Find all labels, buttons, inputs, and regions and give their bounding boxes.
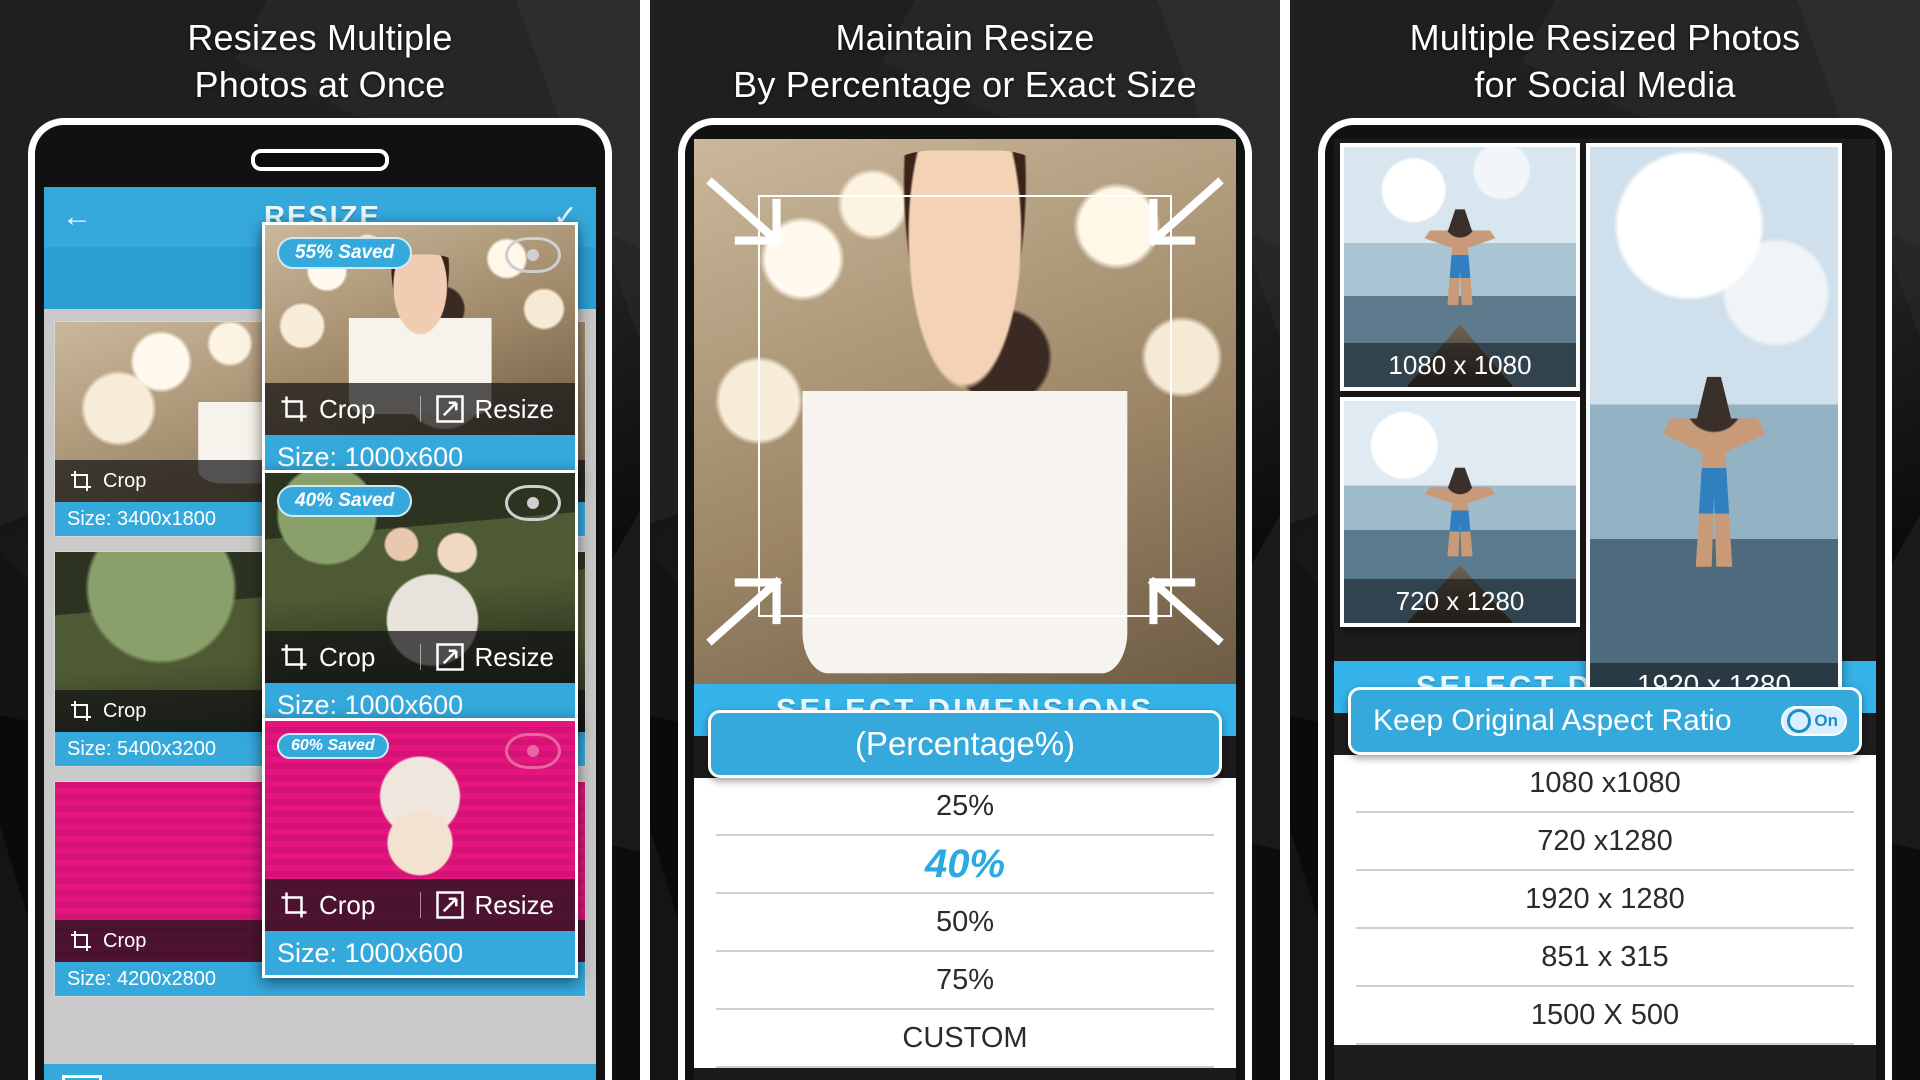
preview-eye-icon[interactable] xyxy=(505,733,561,769)
tile-label: 1080 x 1080 xyxy=(1344,343,1576,387)
option-1500x500[interactable]: 1500 X 500 xyxy=(1356,987,1854,1045)
batches-resize-button[interactable]: BATCHES RESIZE xyxy=(44,1064,596,1080)
mode-selector-pill[interactable]: (Percentage%) xyxy=(708,710,1222,778)
option-25[interactable]: 25% xyxy=(716,778,1214,836)
headline-line-2: By Percentage or Exact Size xyxy=(733,64,1197,105)
resize-button[interactable]: Resize xyxy=(421,890,576,921)
option-50[interactable]: 50% xyxy=(716,894,1214,952)
crop-icon xyxy=(71,701,91,721)
headline-line-2: Photos at Once xyxy=(194,64,446,105)
zoom-card-1[interactable]: 55% Saved Crop Resize Size: 1000x600 xyxy=(262,222,578,482)
resize-label: Resize xyxy=(474,641,554,672)
crop-icon xyxy=(71,471,91,491)
photo-actions: Crop Resize xyxy=(265,383,575,435)
arrow-left-icon[interactable]: ← xyxy=(62,202,92,232)
option-851x315[interactable]: 851 x 315 xyxy=(1356,929,1854,987)
crop-preview[interactable] xyxy=(694,139,1236,684)
photo-subject xyxy=(1662,376,1766,567)
crop-icon xyxy=(281,396,307,422)
resize-button[interactable]: Resize xyxy=(421,394,576,425)
tile-1080x1080[interactable]: 1080 x 1080 xyxy=(1340,143,1580,391)
crop-label: Crop xyxy=(103,469,147,492)
photo-actions: Crop Resize xyxy=(265,631,575,683)
resized-photo-grid: 1080 x 1080 1920 x 1280 720 x 1280 xyxy=(1334,139,1876,711)
saved-badge: 60% Saved xyxy=(277,733,389,759)
phone-screen-3: 1080 x 1080 1920 x 1280 720 x 1280 SELEC… xyxy=(1334,139,1876,1080)
crop-button[interactable]: Crop xyxy=(265,890,420,921)
resize-label: Resize xyxy=(474,889,554,920)
percentage-option-list[interactable]: 25% 40% 50% 75% CUSTOM xyxy=(694,778,1236,1068)
crop-arrows xyxy=(706,177,1224,646)
aspect-ratio-toggle[interactable]: On xyxy=(1781,706,1847,736)
crop-label: Crop xyxy=(103,699,147,722)
panel-1-headline: Resizes Multiple Photos at Once xyxy=(0,14,640,108)
resize-button[interactable]: Resize xyxy=(421,642,576,673)
phone-speaker-1 xyxy=(251,149,389,171)
photo-actions: Crop Resize xyxy=(265,879,575,931)
preview-eye-icon[interactable] xyxy=(505,485,561,521)
crop-label: Crop xyxy=(319,393,376,424)
option-720x1280[interactable]: 720 x1280 xyxy=(1356,813,1854,871)
panel-3-headline: Multiple Resized Photos for Social Media xyxy=(1290,14,1920,108)
promo-screenshot-stage: Resizes Multiple Photos at Once ← RESIZE… xyxy=(0,0,1920,1080)
crop-button[interactable]: Crop xyxy=(265,394,420,425)
panel-batch-resize: Resizes Multiple Photos at Once ← RESIZE… xyxy=(0,0,640,1080)
panel-social-sizes: Multiple Resized Photos for Social Media… xyxy=(1280,0,1920,1080)
photo-subject xyxy=(1424,467,1496,557)
zoom-card-2[interactable]: 40% Saved Crop Resize Size: 1000x600 xyxy=(262,470,578,730)
crop-label: Crop xyxy=(319,889,376,920)
tile-label: 720 x 1280 xyxy=(1344,579,1576,623)
resize-label: Resize xyxy=(474,393,554,424)
size-label-zoom: Size: 1000x600 xyxy=(265,931,575,975)
toggle-knob-icon xyxy=(1787,709,1811,733)
resize-icon xyxy=(435,643,464,671)
keep-aspect-ratio-row[interactable]: Keep Original Aspect Ratio On xyxy=(1348,687,1862,755)
saved-badge: 40% Saved xyxy=(277,485,413,517)
dimension-option-list[interactable]: 1080 x1080 720 x1280 1920 x 1280 851 x 3… xyxy=(1334,755,1876,1045)
crop-label: Crop xyxy=(103,929,147,952)
resize-icon xyxy=(435,395,464,423)
headline-line-1: Maintain Resize xyxy=(835,17,1095,58)
option-40-selected[interactable]: 40% xyxy=(716,836,1214,894)
option-custom[interactable]: CUSTOM xyxy=(716,1010,1214,1068)
headline-line-1: Multiple Resized Photos xyxy=(1409,17,1801,58)
mode-selector-label: (Percentage%) xyxy=(854,725,1076,762)
preview-eye-icon[interactable] xyxy=(505,237,561,273)
keep-aspect-ratio-label: Keep Original Aspect Ratio xyxy=(1373,704,1732,737)
saved-badge: 55% Saved xyxy=(277,237,413,269)
tile-720x1280[interactable]: 1920 x 1280 xyxy=(1586,143,1842,711)
headline-line-1: Resizes Multiple xyxy=(187,17,453,58)
phone-screen-2: SELECT DIMENSIONS (Percentage%) 25% 40% … xyxy=(694,139,1236,1080)
phone-frame-2: SELECT DIMENSIONS (Percentage%) 25% 40% … xyxy=(678,118,1252,1080)
panel-percentage-resize: Maintain Resize By Percentage or Exact S… xyxy=(640,0,1280,1080)
toggle-state-label: On xyxy=(1814,711,1838,730)
resize-icon xyxy=(435,891,464,919)
crop-icon xyxy=(281,892,307,918)
crop-icon xyxy=(71,931,91,951)
tile-1920x1280[interactable]: 720 x 1280 xyxy=(1340,397,1580,627)
crop-button[interactable]: Crop xyxy=(265,642,420,673)
crop-label: Crop xyxy=(319,641,376,672)
option-1920x1280[interactable]: 1920 x 1280 xyxy=(1356,871,1854,929)
option-1080x1080[interactable]: 1080 x1080 xyxy=(1356,755,1854,813)
crop-icon xyxy=(281,644,307,670)
photo-subject xyxy=(1424,209,1496,306)
option-75[interactable]: 75% xyxy=(716,952,1214,1010)
phone-frame-3: 1080 x 1080 1920 x 1280 720 x 1280 SELEC… xyxy=(1318,118,1892,1080)
headline-line-2: for Social Media xyxy=(1474,64,1736,105)
gallery-icon xyxy=(62,1075,102,1080)
panel-2-headline: Maintain Resize By Percentage or Exact S… xyxy=(650,14,1280,108)
zoom-card-3[interactable]: 60% Saved Crop Resize Size: 1000x600 xyxy=(262,718,578,978)
